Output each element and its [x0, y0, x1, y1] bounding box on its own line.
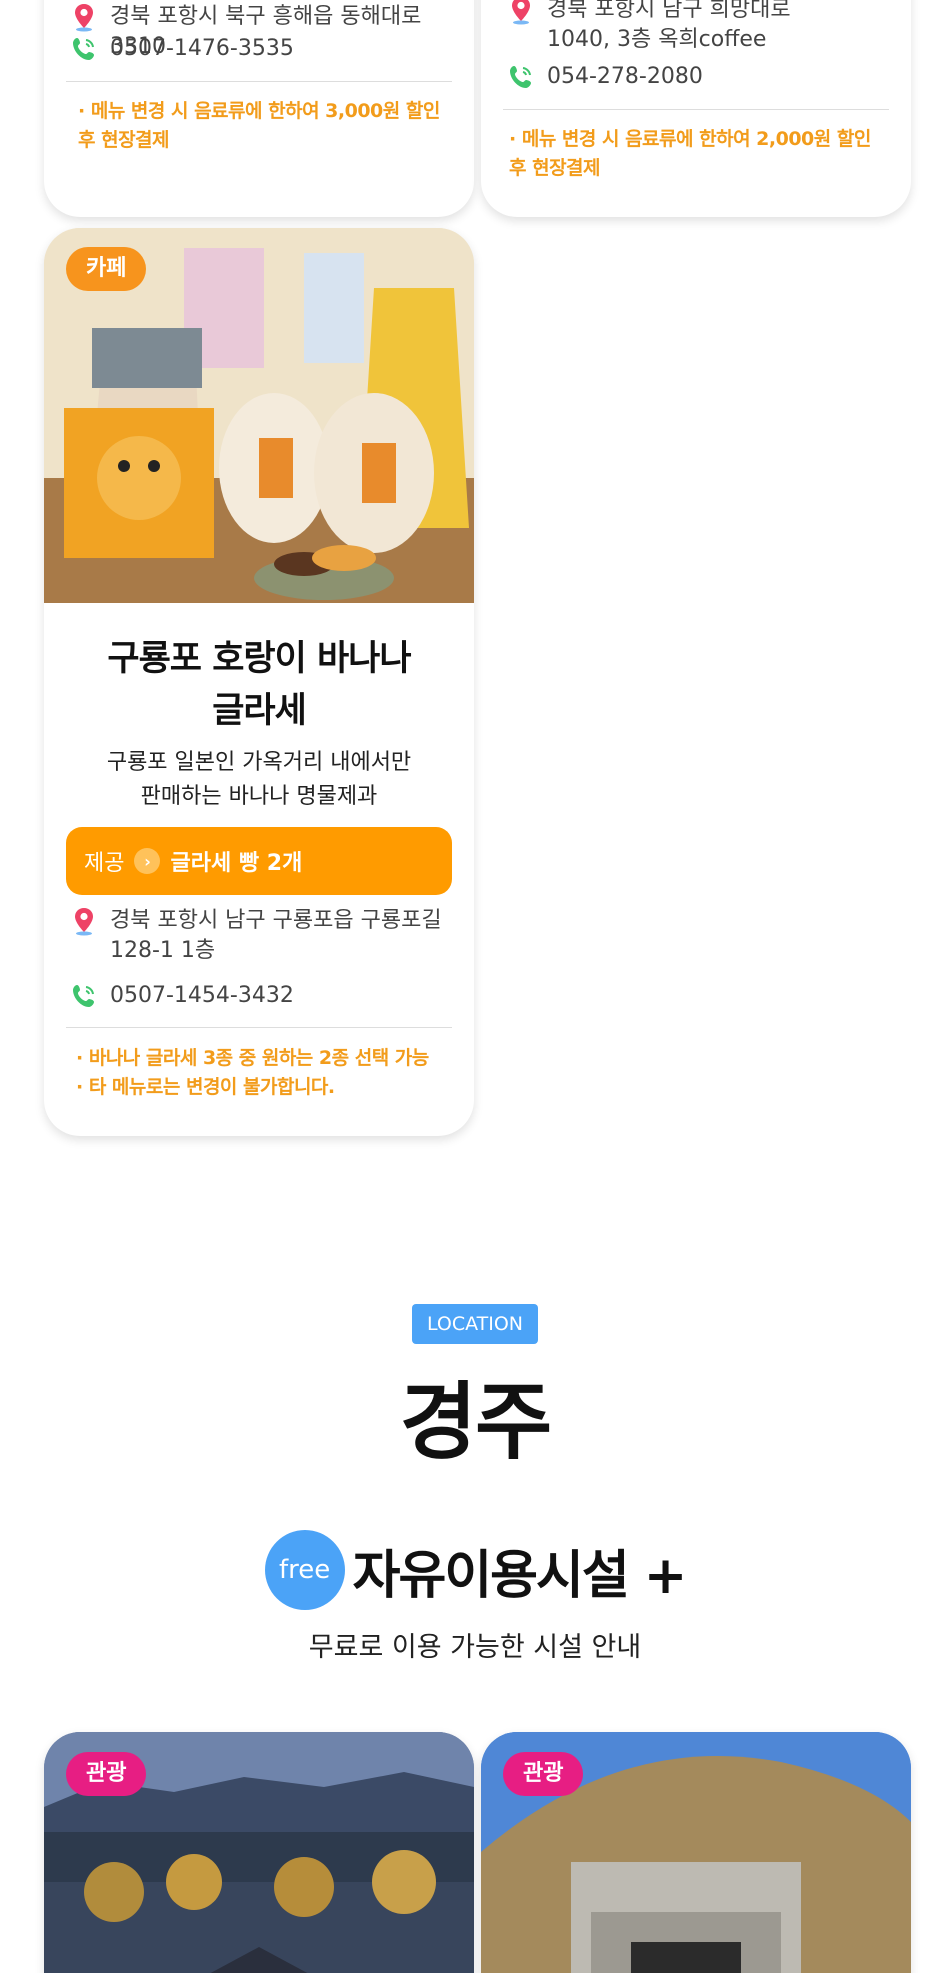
map-pin-icon: [70, 2, 98, 32]
category-badge: 관광: [66, 1752, 147, 1796]
phone-icon: [70, 981, 98, 1011]
card-title: 구룡포 호랑이 바나나 글라세: [107, 639, 411, 731]
phone-row: 0507-1476-3535: [70, 34, 454, 64]
phone-text[interactable]: 054-278-2080: [547, 62, 703, 92]
offer-label: 제공: [84, 851, 125, 876]
divider: [66, 81, 452, 82]
city-title: 경주: [399, 1373, 553, 1471]
free-badge: free: [264, 1530, 345, 1610]
chevron-right-icon: ›: [134, 848, 161, 874]
product-photo: 카페: [44, 228, 474, 603]
phone-row: 0507-1454-3432: [70, 981, 454, 1011]
category-badge: 카페: [66, 247, 147, 291]
card-description: 구룡포 일본인 가옥거리 내에서만 판매하는 바나나 명물제과: [106, 750, 412, 809]
phone-text[interactable]: 0507-1476-3535: [110, 34, 294, 64]
map-pin-icon: [70, 906, 98, 936]
free-facilities-heading: free 자유이용시설 +: [0, 1530, 950, 1610]
card-note: · 바나나 글라세 3종 중 원하는 2종 선택 가능 · 타 메뉴로는 변경이…: [76, 1047, 429, 1098]
phone-text[interactable]: 0507-1454-3432: [110, 981, 294, 1011]
card-note: · 메뉴 변경 시 음료류에 한하여 3,000원 할인 후 현장결제: [78, 100, 440, 151]
address-row: 경북 포항시 남구 구룡포읍 구룡포길 128-1 1층: [70, 906, 454, 966]
free-title: 자유이용시설 +: [352, 1545, 688, 1606]
phone-row: 054-278-2080: [507, 62, 891, 92]
facility-card[interactable]: 경북 포항시 북구 흥해읍 동해대로 3310 0507-1476-3535 ·…: [44, 0, 474, 217]
category-badge: 관광: [503, 1752, 584, 1796]
phone-icon: [70, 34, 98, 64]
address-text: 경북 포항시 남구 구룡포읍 구룡포길 128-1 1층: [110, 908, 442, 963]
map-pin-icon: [507, 0, 535, 25]
address-row: 경북 포항시 남구 희망대로 1040, 3층 옥희coffee: [507, 0, 891, 55]
phone-icon: [507, 62, 535, 92]
divider: [503, 109, 889, 110]
facility-card[interactable]: 관광: [44, 1732, 474, 1973]
divider: [66, 1027, 452, 1028]
facility-card[interactable]: 경북 포항시 남구 희망대로 1040, 3층 옥희coffee 054-278…: [481, 0, 911, 217]
location-tag: LOCATION: [412, 1304, 538, 1344]
facility-card-banana-glace[interactable]: 카페 구룡포 호랑이 바나나 글라세 구룡포 일본인 가옥거리 내에서만 판매하…: [44, 228, 474, 1136]
offer-banner: 제공 › 글라세 빵 2개: [66, 827, 452, 895]
facility-card[interactable]: 관광: [481, 1732, 911, 1973]
address-text: 경북 포항시 남구 희망대로 1040, 3층 옥희coffee: [547, 0, 791, 52]
card-note: · 메뉴 변경 시 음료류에 한하여 2,000원 할인 후 현장결제: [509, 128, 871, 179]
offer-value: 글라세 빵 2개: [170, 851, 303, 876]
free-subtitle: 무료로 이용 가능한 시설 안내: [308, 1632, 642, 1663]
